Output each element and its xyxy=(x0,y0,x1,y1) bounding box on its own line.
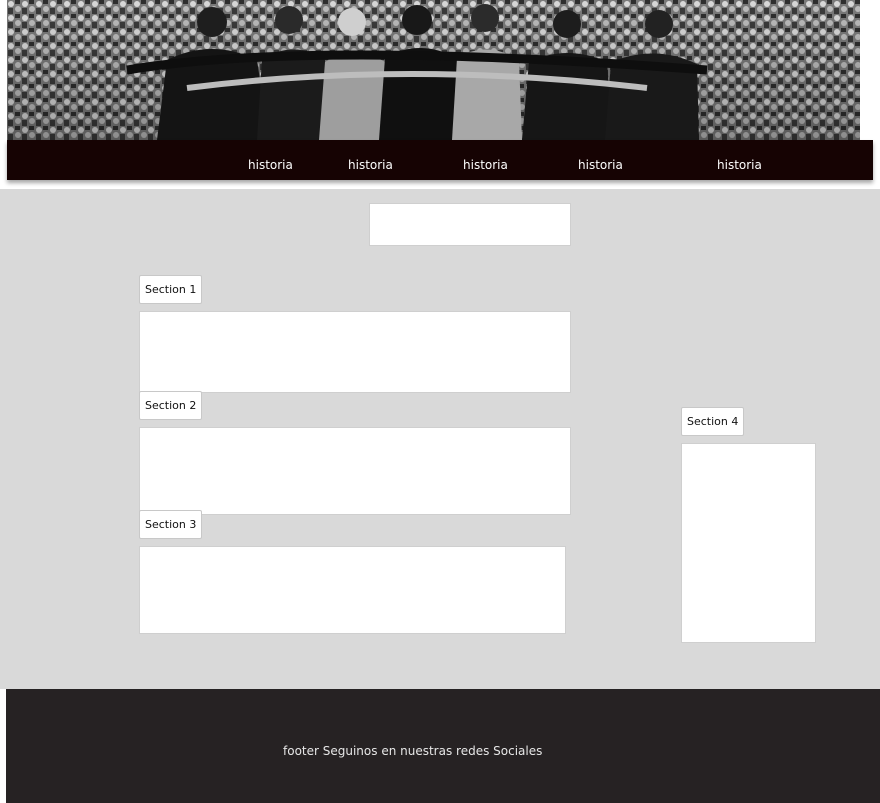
nav-item-historia-1[interactable]: historia xyxy=(248,140,293,180)
crowd-photo xyxy=(7,0,860,140)
section-4-box xyxy=(681,443,816,643)
footer-social-text: footer Seguinos en nuestras redes Social… xyxy=(283,744,543,758)
main-content: Section 1 Section 2 Section 3 Section 4 xyxy=(0,189,880,689)
nav-item-historia-4[interactable]: historia xyxy=(578,140,623,180)
section-1-label: Section 1 xyxy=(139,275,203,304)
section-3-box xyxy=(139,546,566,634)
page-footer: footer Seguinos en nuestras redes Social… xyxy=(6,689,880,803)
section-2-label: Section 2 xyxy=(139,391,203,420)
nav-item-historia-3[interactable]: historia xyxy=(463,140,508,180)
section-2-box xyxy=(139,427,571,515)
section-3-label: Section 3 xyxy=(139,510,203,539)
section-1-box xyxy=(139,311,571,393)
nav-item-historia-2[interactable]: historia xyxy=(348,140,393,180)
nav-item-historia-5[interactable]: historia xyxy=(717,140,762,180)
main-nav: historia historia historia historia hist… xyxy=(7,140,873,180)
top-content-box xyxy=(369,203,571,246)
section-4-label: Section 4 xyxy=(681,407,745,436)
header-banner-image xyxy=(7,0,860,140)
